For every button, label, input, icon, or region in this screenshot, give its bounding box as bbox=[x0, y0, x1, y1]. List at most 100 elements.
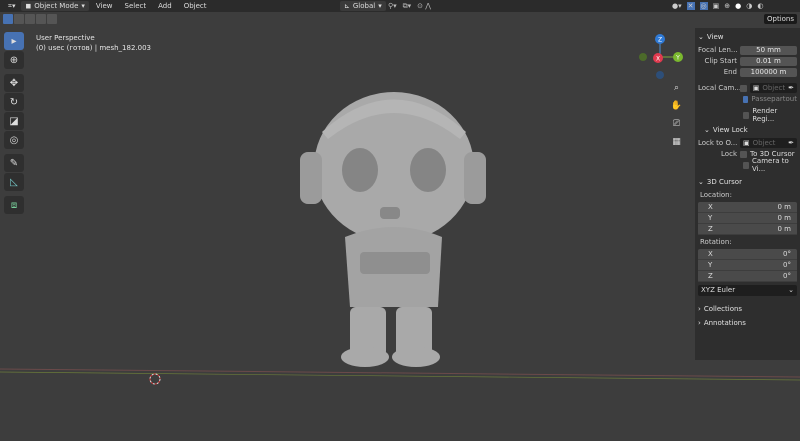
axis-value: 0 m bbox=[777, 214, 792, 222]
chevron-down-icon: ⌄ bbox=[704, 126, 710, 134]
perspective-grid-icon[interactable]: ▦ bbox=[670, 136, 683, 149]
axis-label: Z bbox=[708, 225, 713, 233]
chevron-down-icon: ⌄ bbox=[698, 178, 704, 186]
axis-value: 0° bbox=[783, 261, 791, 269]
pan-hand-icon[interactable]: ✋ bbox=[670, 100, 683, 113]
view-section-header[interactable]: ⌄ View bbox=[698, 30, 797, 44]
tool-shelf: ▸ ⊕ ✥ ↻ ◪ ◎ ✎ ◺ ⧈ bbox=[4, 32, 26, 215]
menu-add[interactable]: Add bbox=[153, 2, 177, 10]
chevron-down-icon: ⌄ bbox=[788, 286, 794, 294]
axis-value: 0 m bbox=[777, 203, 792, 211]
select-new-icon[interactable] bbox=[3, 14, 13, 24]
annotate-tool[interactable]: ✎ bbox=[4, 154, 24, 172]
transform-tool[interactable]: ◎ bbox=[4, 131, 24, 149]
chevron-down-icon: ▾ bbox=[378, 2, 382, 10]
axis-value: 0° bbox=[783, 250, 791, 258]
xray-icon[interactable]: ▣ bbox=[713, 2, 720, 10]
visibility-icon[interactable]: ●▾ bbox=[672, 2, 682, 10]
solid-shading-icon[interactable]: ● bbox=[735, 2, 741, 10]
overlay-toggle-icon[interactable]: ◎ bbox=[699, 2, 708, 10]
sidebar-view-panel: ⌄ View Focal Len... 50 mm Clip Start 0.01 m… bbox=[695, 28, 800, 360]
rotate-tool[interactable]: ↻ bbox=[4, 93, 24, 111]
rotation-mode-dropdown[interactable]: XYZ Euler ⌄ bbox=[698, 285, 797, 296]
selection-mode-group bbox=[3, 14, 57, 24]
scale-tool[interactable]: ◪ bbox=[4, 112, 24, 130]
chevron-right-icon: › bbox=[698, 319, 701, 327]
render-region-label: Render Regi... bbox=[752, 107, 778, 123]
location-y-field[interactable]: Y 0 m bbox=[698, 213, 797, 224]
cursor-section-header[interactable]: ⌄ 3D Cursor bbox=[698, 175, 797, 189]
editor-type-button[interactable]: ⌗▾ bbox=[4, 1, 19, 11]
material-shading-icon[interactable]: ◑ bbox=[746, 2, 752, 10]
axis-value: 0° bbox=[783, 272, 791, 280]
rotation-z-field[interactable]: Z 0° bbox=[698, 271, 797, 282]
clip-start-label: Clip Start bbox=[704, 57, 737, 65]
location-z-field[interactable]: Z 0 m bbox=[698, 224, 797, 235]
wireframe-shading-icon[interactable]: ⊕ bbox=[724, 2, 730, 10]
passepartout-checkbox[interactable] bbox=[743, 95, 749, 103]
mode-dropdown[interactable]: ◼ Object Mode ▾ bbox=[21, 1, 89, 11]
snap-icon[interactable]: ⧉▾ bbox=[403, 2, 412, 11]
collections-section-header[interactable]: › Collections bbox=[698, 302, 797, 316]
cursor-tool[interactable]: ⊕ bbox=[4, 51, 24, 69]
add-cube-tool[interactable]: ⧈ bbox=[4, 196, 24, 214]
select-invert-icon[interactable] bbox=[36, 14, 46, 24]
annotations-section-header[interactable]: › Annotations bbox=[698, 316, 797, 330]
axis-value: 0 m bbox=[777, 225, 792, 233]
rotate-icon: ↻ bbox=[9, 96, 19, 108]
view-lock-header[interactable]: ⌄ View Lock bbox=[698, 123, 797, 137]
proportional-edit-icon[interactable]: ⊙ ⋀ bbox=[417, 2, 431, 11]
axis-label: Y bbox=[708, 214, 713, 222]
location-x-field[interactable]: X 0 m bbox=[698, 202, 797, 213]
options-tooltip[interactable]: Options bbox=[764, 14, 798, 24]
rendered-shading-icon[interactable]: ◐ bbox=[757, 2, 763, 10]
local-camera-label: Local Cam... bbox=[698, 84, 740, 92]
menu-object[interactable]: Object bbox=[179, 2, 212, 10]
header-bar: ⌗▾ ◼ Object Mode ▾ View Select Add Object … bbox=[0, 0, 800, 12]
orientation-dropdown[interactable]: ⊾ Global ▾ bbox=[340, 1, 386, 11]
camera-icon[interactable]: ⎚ bbox=[670, 118, 683, 131]
gizmo-neg-z-axis[interactable] bbox=[656, 71, 664, 79]
navigation-gizmo[interactable]: Z Y X bbox=[639, 34, 683, 79]
axis-label: X bbox=[708, 203, 713, 211]
select-intersect-icon[interactable] bbox=[47, 14, 57, 24]
render-region-checkbox[interactable] bbox=[743, 111, 750, 119]
tool-settings-bar bbox=[0, 12, 800, 27]
object-mode-icon: ◼ bbox=[25, 2, 32, 10]
menu-view[interactable]: View bbox=[91, 2, 118, 10]
select-extend-icon[interactable] bbox=[14, 14, 24, 24]
gizmo-toggle-icon[interactable]: ✕ bbox=[686, 2, 695, 10]
local-camera-checkbox[interactable] bbox=[739, 84, 747, 92]
move-icon: ✥ bbox=[9, 77, 19, 89]
measure-tool[interactable]: ◺ bbox=[4, 173, 24, 191]
gizmo-neg-y-axis[interactable] bbox=[639, 53, 647, 61]
eyedropper-icon[interactable]: ✒ bbox=[788, 139, 794, 147]
clip-end-field[interactable]: 100000 m bbox=[740, 67, 797, 77]
section-title: View bbox=[706, 33, 724, 41]
camera-to-view-checkbox[interactable] bbox=[743, 161, 750, 169]
lock-label: Lock bbox=[721, 150, 737, 158]
section-title: Collections bbox=[703, 305, 743, 313]
select-subtract-icon[interactable] bbox=[25, 14, 35, 24]
pivot-icon[interactable]: ⚲▾ bbox=[388, 2, 397, 11]
axis-label: X bbox=[708, 250, 713, 258]
3d-cursor[interactable] bbox=[149, 373, 161, 385]
focal-length-field[interactable]: 50 mm bbox=[740, 45, 797, 55]
gizmo-y-label: Y bbox=[675, 55, 680, 62]
move-tool[interactable]: ✥ bbox=[4, 74, 24, 92]
lock-to-object-field[interactable]: ▣ Object ✒ bbox=[740, 138, 797, 148]
rotation-x-field[interactable]: X 0° bbox=[698, 249, 797, 260]
select-box-tool[interactable]: ▸ bbox=[4, 32, 24, 50]
navigation-buttons: ⌕ ✋ ⎚ ▦ bbox=[670, 82, 683, 154]
scale-icon: ◪ bbox=[9, 115, 19, 127]
clip-start-field[interactable]: 0.01 m bbox=[740, 56, 797, 66]
mode-label: Object Mode bbox=[34, 2, 79, 10]
rotation-y-field[interactable]: Y 0° bbox=[698, 260, 797, 271]
object-icon: ▣ bbox=[743, 139, 750, 147]
zoom-icon[interactable]: ⌕ bbox=[670, 82, 683, 95]
menu-select[interactable]: Select bbox=[120, 2, 152, 10]
local-camera-field[interactable]: ▣ Object ✒ bbox=[749, 83, 797, 93]
lock-cursor-checkbox[interactable] bbox=[740, 150, 747, 158]
eyedropper-icon[interactable]: ✒ bbox=[788, 84, 794, 92]
editor-type-icon: ⌗▾ bbox=[8, 1, 16, 10]
